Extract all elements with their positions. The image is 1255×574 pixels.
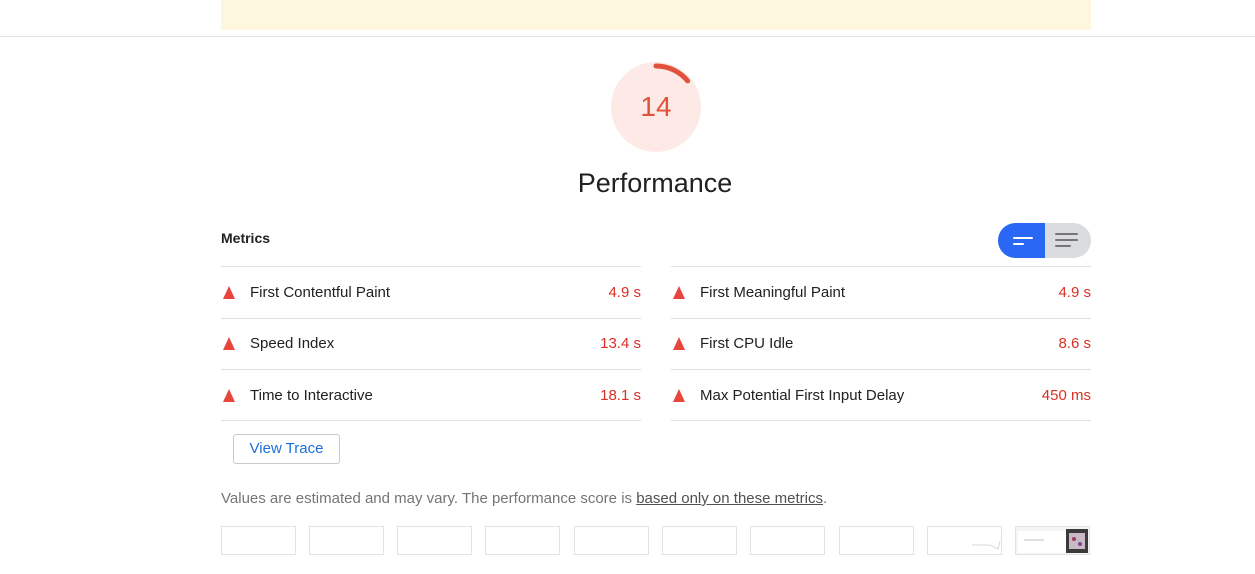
performance-gauge[interactable]: 14 [610,61,702,153]
score-metrics-link[interactable]: based only on these metrics [636,490,823,507]
gauge-title: Performance [577,168,733,198]
metric-speed-index: Speed Index 13.4 s [221,318,641,369]
header-divider [0,36,1255,37]
metric-first-meaningful-paint: First Meaningful Paint 4.9 s [671,267,1091,318]
metric-first-contentful-paint: First Contentful Paint 4.9 s [221,267,641,318]
metric-label: First Contentful Paint [250,284,391,301]
metric-value: 13.4 s [600,335,641,352]
metric-value: 8.6 s [1058,335,1091,352]
fail-triangle-icon [223,389,235,402]
metrics-header: Metrics [221,230,271,246]
metric-label: First CPU Idle [700,335,794,352]
performance-score: 14 [640,91,672,122]
filmstrip-frame [397,526,472,555]
filmstrip-frame [750,526,825,555]
view-trace-button[interactable]: View Trace [233,434,340,464]
metrics-view-toggle[interactable] [998,223,1091,258]
metric-value: 4.9 s [608,284,641,301]
metric-label: First Meaningful Paint [700,284,846,301]
metrics-note: Values are estimated and may vary. The p… [221,490,827,507]
page-sketch-icon [972,540,1001,550]
metric-label: Max Potential First Input Delay [700,387,905,404]
metric-label: Speed Index [250,335,335,352]
metric-value: 450 ms [1041,387,1091,404]
fail-triangle-icon [673,337,685,350]
metric-max-potential-fid: Max Potential First Input Delay 450 ms [671,370,1091,421]
filmstrip-frame [662,526,737,555]
note-text: Values are estimated and may vary. The p… [221,490,637,507]
fail-triangle-icon [673,286,685,299]
fail-triangle-icon [223,337,235,350]
expanded-view-button[interactable] [1045,223,1091,258]
filmstrip-frame [309,526,384,555]
metric-value: 4.9 s [1058,284,1091,301]
filmstrip-frame [221,526,296,555]
fail-triangle-icon [673,389,685,402]
top-banner [221,0,1091,30]
filmstrip-frame [485,526,560,555]
metric-label: Time to Interactive [250,387,373,404]
compact-view-button[interactable] [998,223,1045,258]
page-screenshot-icon [1018,529,1088,553]
filmstrip-frame [1015,526,1090,555]
filmstrip-frame [574,526,649,555]
metric-first-cpu-idle: First CPU Idle 8.6 s [671,318,1091,369]
metric-time-to-interactive: Time to Interactive 18.1 s [221,370,641,421]
filmstrip-frame [927,526,1002,555]
note-end: . [822,490,828,507]
fail-triangle-icon [223,286,235,299]
filmstrip-frame [839,526,914,555]
metric-value: 18.1 s [600,387,641,404]
